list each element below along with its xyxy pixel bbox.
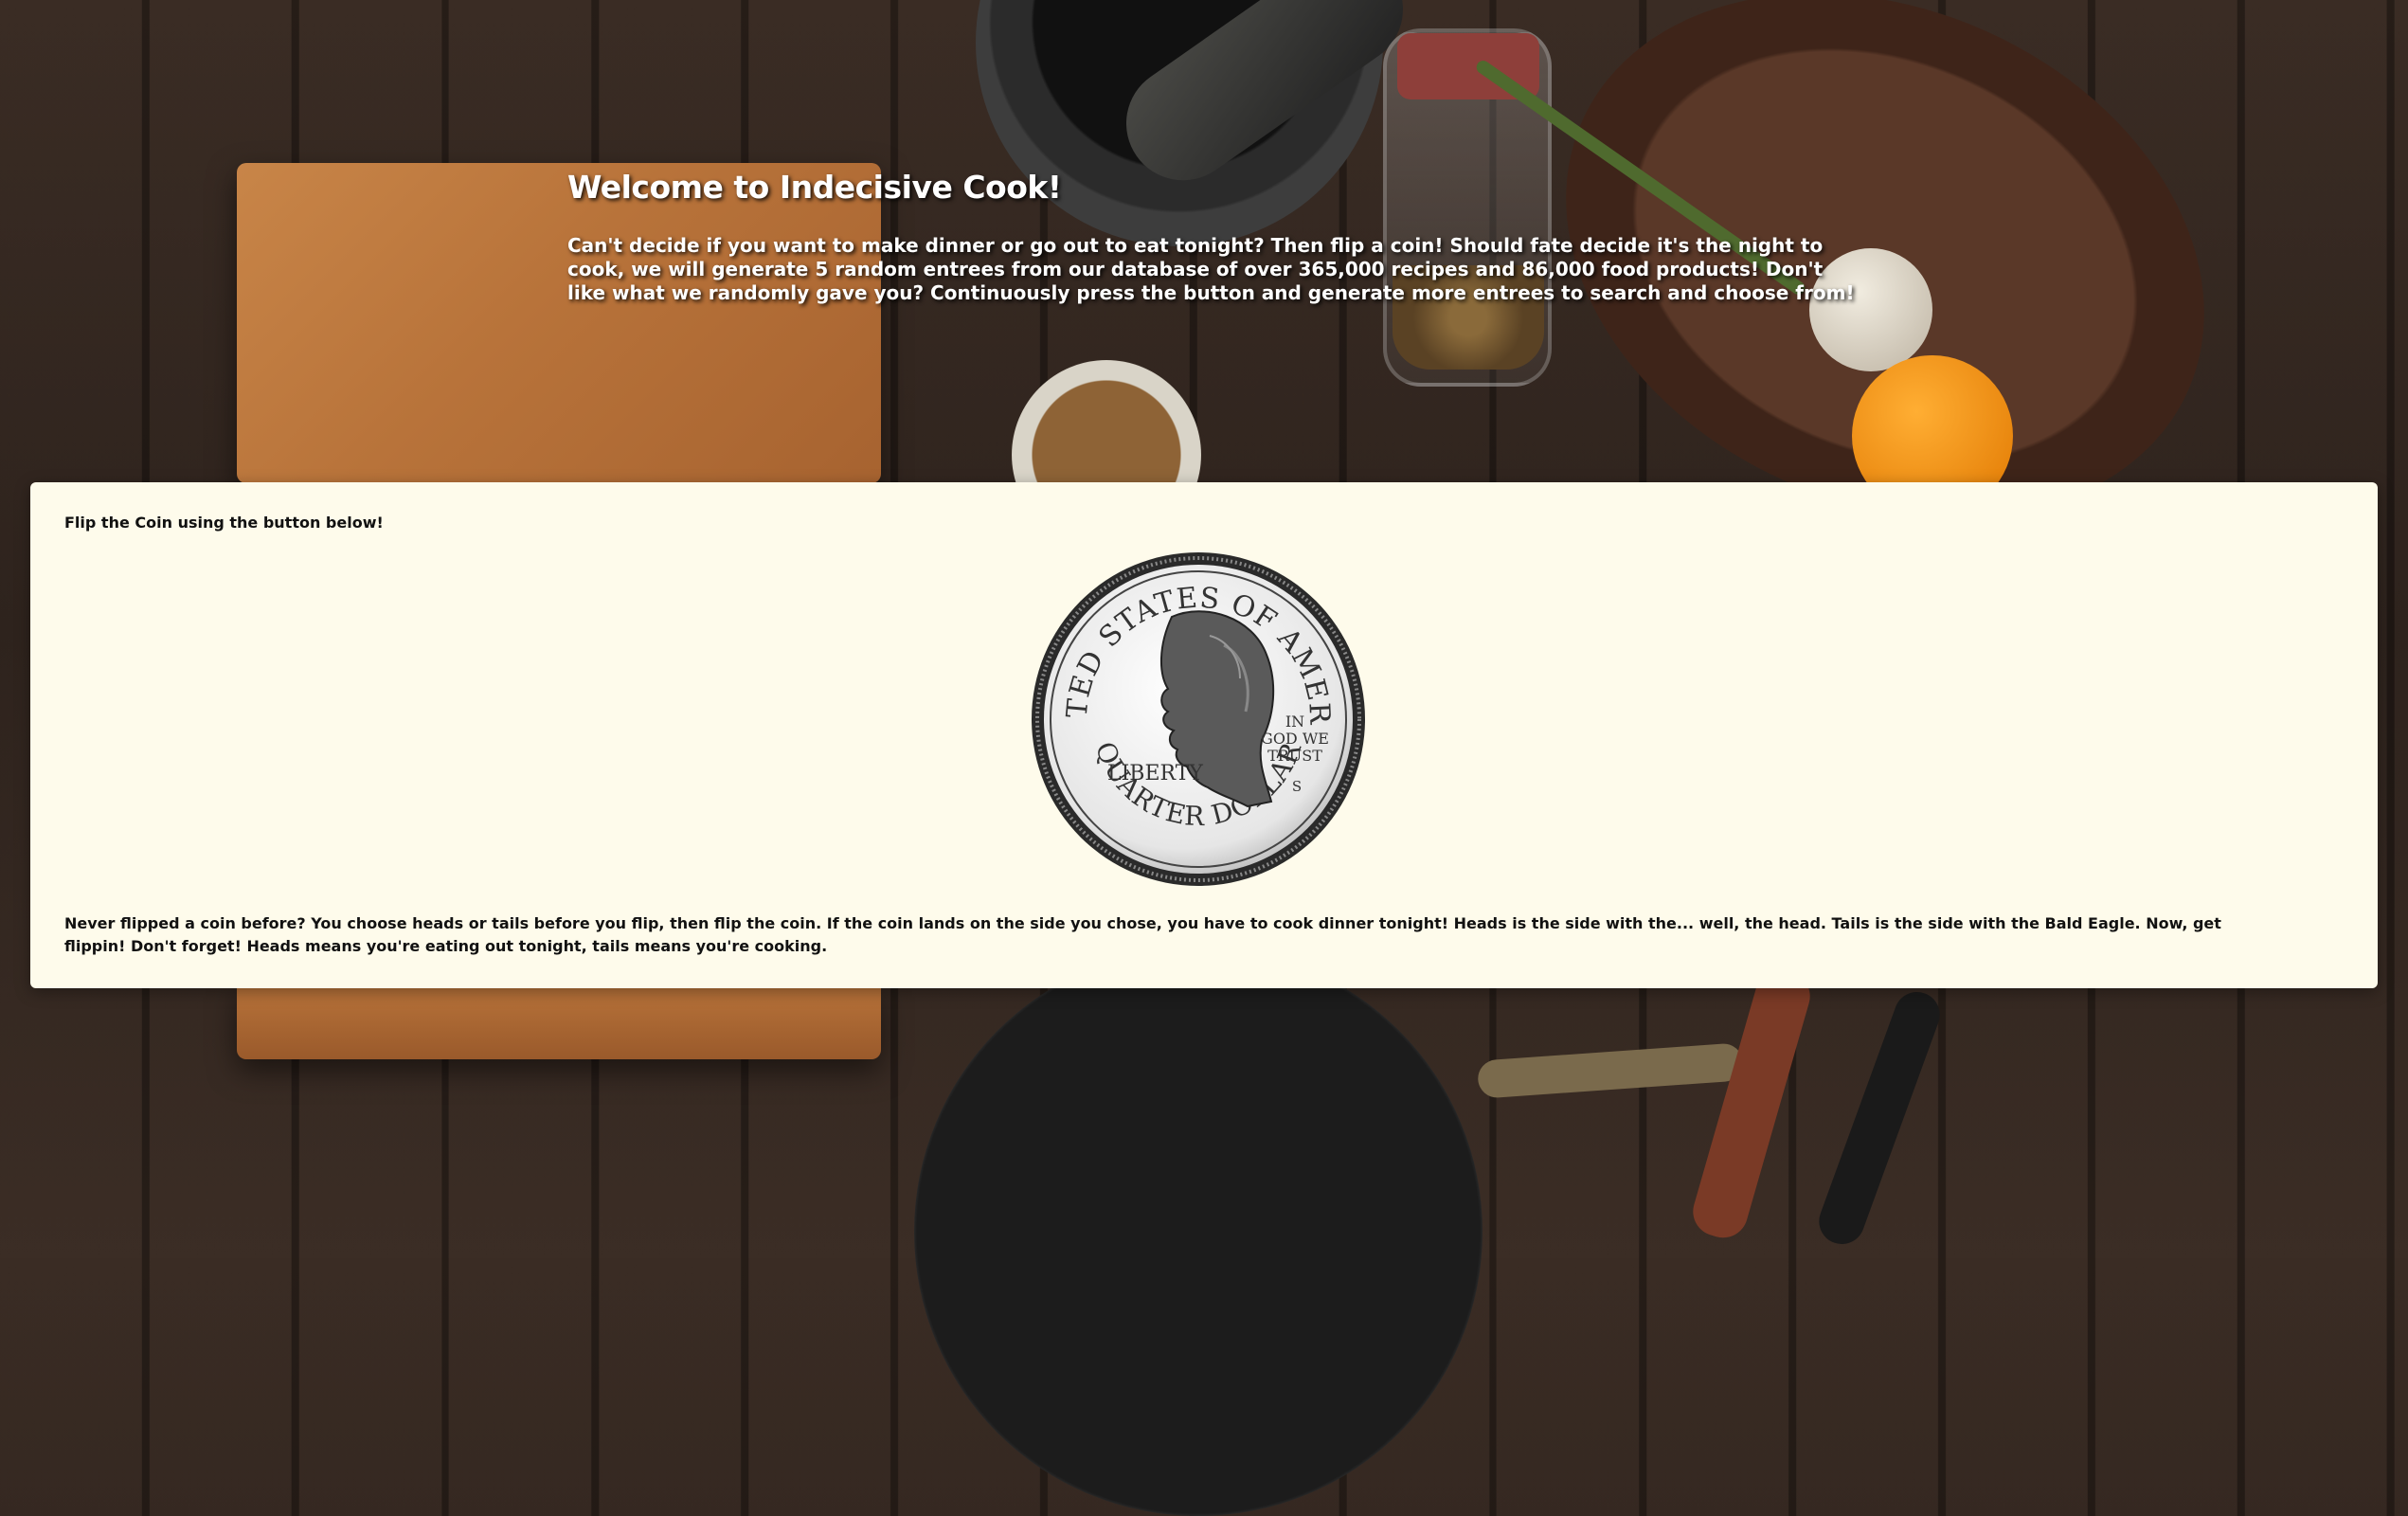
flip-coin-button[interactable]: UNITED STATES OF AMERICA QUARTER DOLLAR … <box>1030 550 1367 888</box>
page-title: Welcome to Indecisive Cook! <box>567 169 1062 206</box>
coin-motto-line1: IN <box>1285 713 1304 731</box>
quarter-coin-icon: UNITED STATES OF AMERICA QUARTER DOLLAR … <box>1030 550 1365 886</box>
cast-iron-pan <box>914 948 1483 1516</box>
jar-lid <box>1397 33 1539 99</box>
coin-motto-line3: TRUST <box>1267 747 1322 765</box>
knife-handle-wood <box>1687 964 1816 1244</box>
page-description: Can't decide if you want to make dinner … <box>567 234 1855 304</box>
coin-flip-rules: Never flipped a coin before? You choose … <box>64 914 2221 955</box>
coin-mint-mark: S <box>1292 778 1302 795</box>
coin-liberty-text: LIBERTY <box>1107 762 1203 785</box>
cutting-board-bottom <box>237 985 881 1059</box>
hero-section: Welcome to Indecisive Cook! Can't decide… <box>567 169 1856 305</box>
coin-flip-card: Flip the Coin using the button below! UN… <box>30 482 2378 988</box>
pan-handle <box>1476 1042 1745 1099</box>
flip-instructions: Flip the Coin using the button below! <box>64 514 384 532</box>
knife-handle-black <box>1812 985 1947 1251</box>
coin-motto-line2: GOD WE <box>1261 730 1329 748</box>
